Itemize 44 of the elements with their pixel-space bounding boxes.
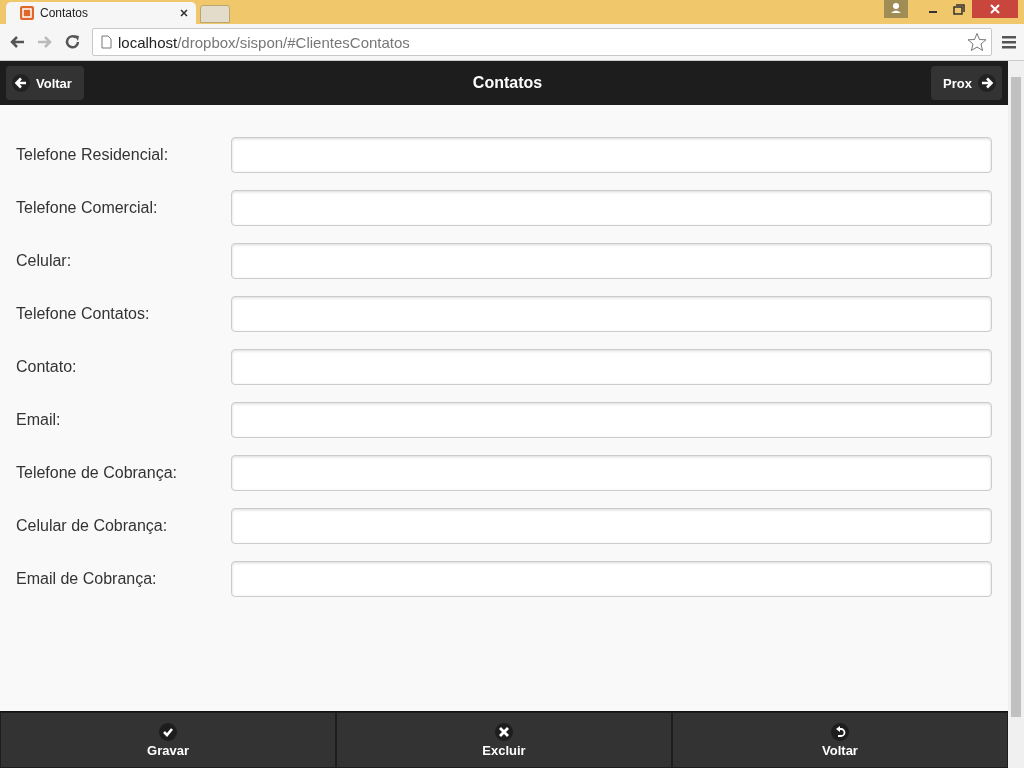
browser-tab[interactable]: Contatos: [6, 2, 196, 24]
input-field[interactable]: [231, 243, 992, 279]
back-arrow-icon[interactable]: [8, 34, 26, 50]
input-field[interactable]: [231, 402, 992, 438]
input-field[interactable]: [231, 508, 992, 544]
field-label: Celular:: [16, 252, 73, 270]
input-field[interactable]: [231, 137, 992, 173]
field-label: Telefone Comercial:: [16, 199, 159, 217]
check-icon: [159, 722, 177, 741]
next-button[interactable]: Prox: [931, 66, 1002, 100]
field-label: Email:: [16, 411, 62, 429]
page-icon: [101, 35, 112, 49]
left-arrow-icon: [12, 74, 30, 92]
reload-icon[interactable]: [64, 34, 82, 50]
tab-title: Contatos: [40, 6, 90, 20]
back-button[interactable]: Voltar: [672, 712, 1008, 768]
save-button[interactable]: Gravar: [0, 712, 336, 768]
undo-icon: [831, 722, 849, 741]
delete-button[interactable]: Excluir: [336, 712, 672, 768]
url-text: localhost/dropbox/sispon/#ClientesContatos: [118, 33, 410, 51]
right-arrow-icon: [978, 74, 996, 92]
field-label: Contato:: [16, 358, 78, 376]
input-field[interactable]: [231, 455, 992, 491]
page-title: Contatos: [472, 74, 543, 92]
field-label: Telefone de Cobrança:: [16, 464, 178, 482]
input-field[interactable]: [231, 296, 992, 332]
cross-icon: [495, 722, 513, 741]
input-field[interactable]: [231, 349, 992, 385]
forward-arrow-icon[interactable]: [36, 34, 54, 50]
app-icon: [20, 6, 34, 20]
field-label: Telefone Residencial:: [16, 146, 170, 164]
back-button[interactable]: Voltar: [6, 66, 84, 100]
menu-icon[interactable]: [1002, 35, 1016, 49]
field-label: Celular de Cobrança:: [16, 517, 169, 535]
close-icon[interactable]: [180, 9, 188, 17]
scrollbar[interactable]: [1008, 61, 1024, 768]
user-icon[interactable]: [884, 0, 908, 18]
field-label: Email de Cobrança:: [16, 570, 158, 588]
address-field[interactable]: localhost/dropbox/sispon/#ClientesContatos: [92, 28, 992, 56]
field-label: Telefone Contatos:: [16, 305, 151, 323]
star-icon[interactable]: [967, 32, 987, 52]
input-field[interactable]: [231, 190, 992, 226]
input-field[interactable]: [231, 561, 992, 597]
new-tab-button[interactable]: [200, 5, 230, 23]
